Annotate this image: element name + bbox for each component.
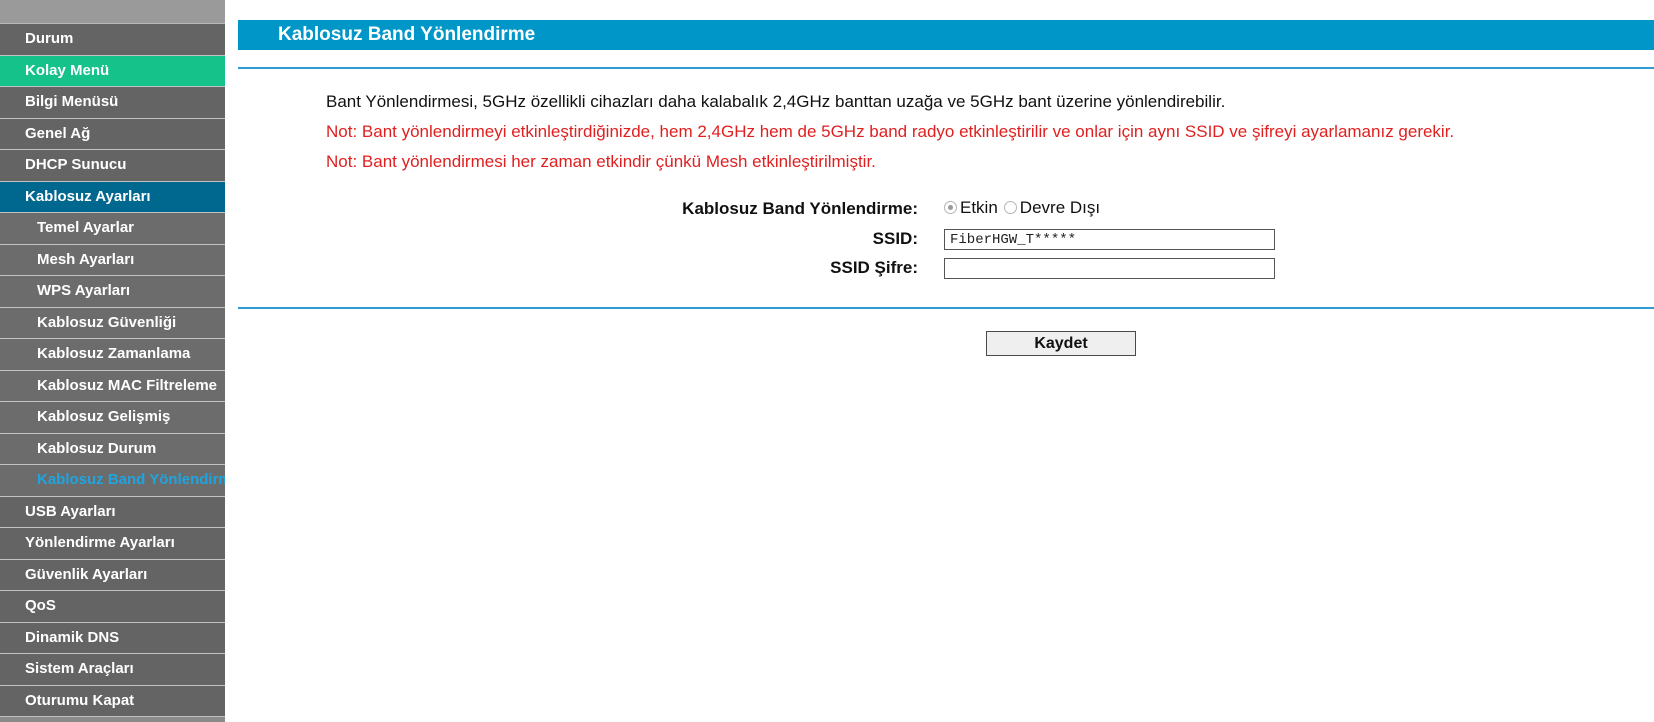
sidebar-item-temel-ayarlar[interactable]: Temel Ayarlar: [0, 213, 225, 245]
sidebar-menu: Durum Kolay Menü Bilgi Menüsü Genel Ağ D…: [0, 0, 225, 722]
sidebar-item-genel-ag[interactable]: Genel Ağ: [0, 118, 225, 150]
ssid-input[interactable]: [944, 229, 1275, 250]
ssid-password-label: SSID Şifre:: [830, 258, 918, 277]
band-steering-radio-group: Etkin Devre Dışı: [944, 198, 1106, 218]
note-text-2: Not: Bant yönlendirmesi her zaman etkind…: [326, 152, 876, 171]
radio-enabled-label: Etkin: [960, 198, 998, 217]
sidebar-item-usb-ayarlari[interactable]: USB Ayarları: [0, 496, 225, 528]
sidebar-item-durum[interactable]: Durum: [0, 24, 225, 56]
sidebar-item-kablosuz-gelismis[interactable]: Kablosuz Gelişmiş: [0, 402, 225, 434]
sidebar-item-kablosuz-durum[interactable]: Kablosuz Durum: [0, 433, 225, 465]
sidebar-item-bilgi-menusu[interactable]: Bilgi Menüsü: [0, 87, 225, 119]
sidebar-item-kablosuz-guvenligi[interactable]: Kablosuz Güvenliği: [0, 307, 225, 339]
sidebar-item-sistem-araclari[interactable]: Sistem Araçları: [0, 654, 225, 686]
sidebar-item-kolay-menu[interactable]: Kolay Menü: [0, 55, 225, 87]
sidebar-item-yonlendirme-ayarlari[interactable]: Yönlendirme Ayarları: [0, 528, 225, 560]
ssid-label: SSID:: [872, 229, 918, 248]
page-title: Kablosuz Band Yönlendirme: [278, 24, 536, 45]
divider-top: [238, 67, 1654, 69]
main-content: Kablosuz Band Yönlendirme Bant Yönlendir…: [238, 0, 1654, 722]
sidebar-item-dhcp-sunucu[interactable]: DHCP Sunucu: [0, 150, 225, 182]
sidebar-item-oturumu-kapat[interactable]: Oturumu Kapat: [0, 685, 225, 717]
radio-disabled[interactable]: [1003, 201, 1017, 214]
radio-disabled-label: Devre Dışı: [1019, 198, 1101, 217]
ssid-password-input[interactable]: [944, 258, 1275, 279]
sidebar-item-kablosuz-band-yonlendirme[interactable]: Kablosuz Band Yönlendirme: [0, 465, 225, 497]
description-text: Bant Yönlendirmesi, 5GHz özellikli cihaz…: [326, 92, 1226, 111]
sidebar-item-kablosuz-zamanlama[interactable]: Kablosuz Zamanlama: [0, 339, 225, 371]
note-text-1: Not: Bant yönlendirmeyi etkinleştirdiğin…: [326, 122, 1455, 141]
sidebar-item-mesh-ayarlari[interactable]: Mesh Ayarları: [0, 244, 225, 276]
page-title-bar: Kablosuz Band Yönlendirme: [238, 20, 1654, 50]
divider-bottom: [238, 307, 1654, 309]
sidebar-top-strip: [0, 0, 225, 24]
sidebar-item-qos[interactable]: QoS: [0, 591, 225, 623]
sidebar-item-guvenlik-ayarlari[interactable]: Güvenlik Ayarları: [0, 559, 225, 591]
band-steering-label: Kablosuz Band Yönlendirme:: [682, 199, 918, 218]
sidebar-item-dinamik-dns[interactable]: Dinamik DNS: [0, 622, 225, 654]
sidebar-item-kablosuz-ayarlari[interactable]: Kablosuz Ayarları: [0, 181, 225, 213]
sidebar-item-wps-ayarlari[interactable]: WPS Ayarları: [0, 276, 225, 308]
save-button[interactable]: Kaydet: [986, 331, 1136, 356]
sidebar-item-kablosuz-mac-filtreleme[interactable]: Kablosuz MAC Filtreleme: [0, 370, 225, 402]
radio-enabled[interactable]: [944, 201, 957, 214]
